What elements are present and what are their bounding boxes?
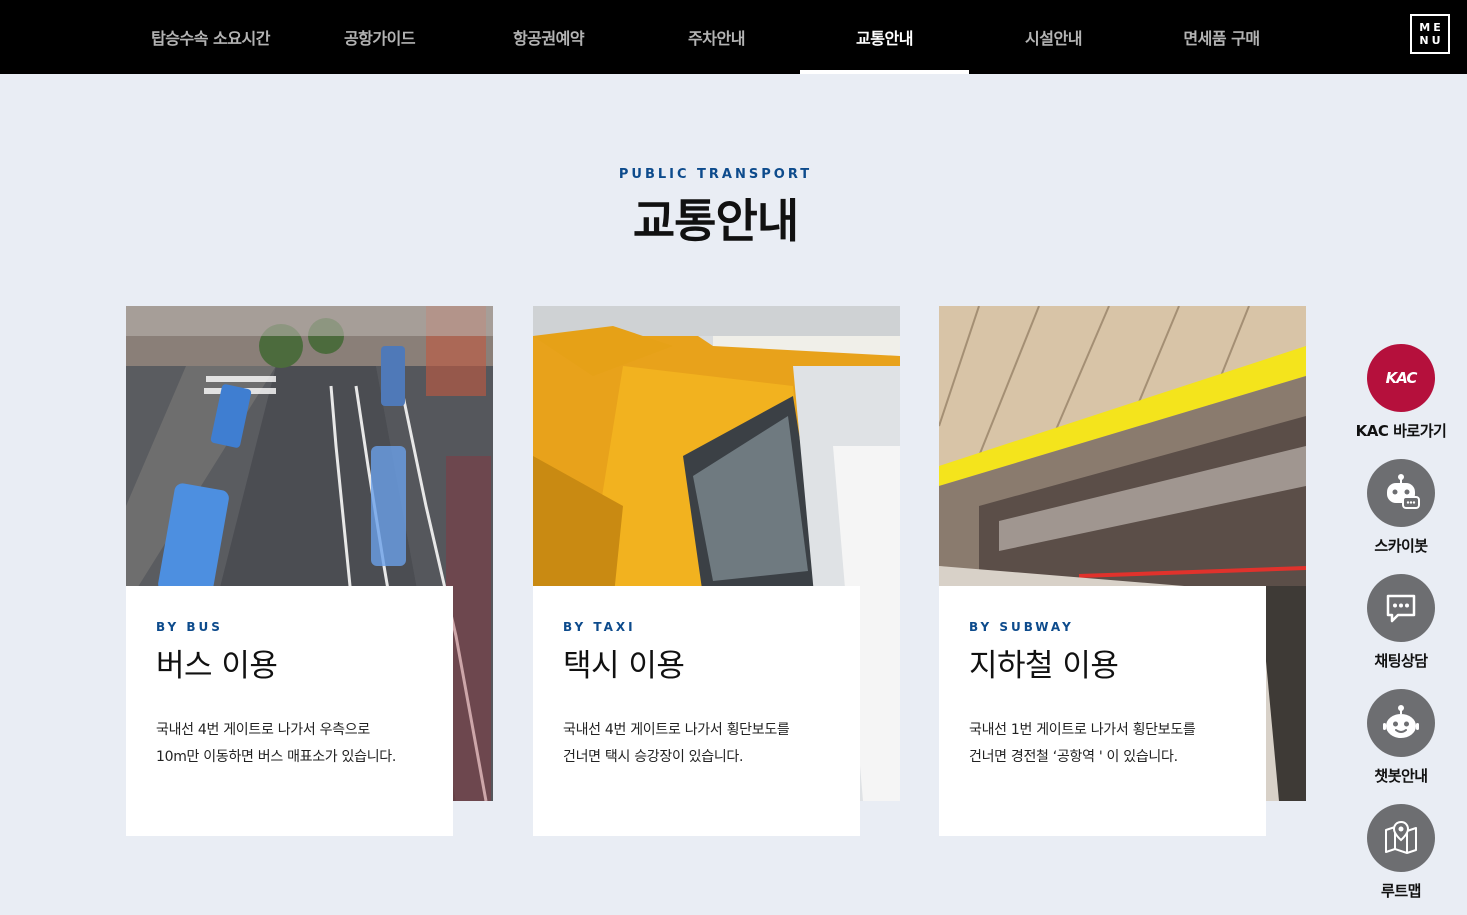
nav-item-facilities[interactable]: 시설안내 [969, 0, 1138, 74]
robot-chat-icon [1367, 459, 1435, 527]
card-subway[interactable]: BY SUBWAY 지하철 이용 국내선 1번 게이트로 나가서 횡단보도를 건… [939, 306, 1306, 836]
quick-chat-consult[interactable]: 채팅상담 [1350, 574, 1452, 671]
menu-button[interactable]: ME NU [1410, 14, 1450, 54]
nav-item-flight-booking[interactable]: 항공권예약 [464, 0, 633, 74]
card-subway-desc-line2: 건너면 경전철 ‘공항역 ' 이 있습니다. [969, 749, 1178, 765]
quick-chatbot-guide-label: 챗봇안내 [1374, 767, 1428, 785]
card-bus[interactable]: BY BUS 버스 이용 국내선 4번 게이트로 나가서 우측으로 10m만 이… [126, 306, 493, 836]
map-pin-icon [1367, 804, 1435, 872]
card-taxi-eyebrow: BY TAXI [563, 620, 636, 634]
quick-skybot-label: 스카이봇 [1374, 537, 1428, 555]
nav-item-checkin-time[interactable]: 탑승수속 소요시간 [126, 0, 295, 74]
menu-label-line2: NU [1419, 34, 1444, 47]
card-bus-panel: BY BUS 버스 이용 국내선 4번 게이트로 나가서 우측으로 10m만 이… [126, 586, 453, 836]
card-taxi[interactable]: BY TAXI 택시 이용 국내선 4번 게이트로 나가서 횡단보도를 건너면 … [533, 306, 900, 836]
kac-logo-icon: KAC [1367, 344, 1435, 412]
card-bus-desc-line1: 국내선 4번 게이트로 나가서 우측으로 [156, 722, 370, 738]
quick-kac-link[interactable]: KAC KAC 바로가기 [1350, 344, 1452, 441]
quick-route-map[interactable]: 루트맵 [1350, 804, 1452, 901]
card-taxi-desc-line2: 건너면 택시 승강장이 있습니다. [563, 749, 744, 765]
quick-chat-consult-label: 채팅상담 [1374, 652, 1428, 670]
quick-chatbot-guide[interactable]: 챗봇안내 [1350, 689, 1452, 786]
nav-item-airport-guide[interactable]: 공항가이드 [295, 0, 464, 74]
nav-item-transport[interactable]: 교통안내 [800, 0, 969, 74]
card-taxi-panel: BY TAXI 택시 이용 국내선 4번 게이트로 나가서 횡단보도를 건너면 … [533, 586, 860, 836]
card-subway-desc-line1: 국내선 1번 게이트로 나가서 횡단보도를 [969, 722, 1196, 738]
card-taxi-title: 택시 이용 [563, 648, 685, 684]
nav-item-parking[interactable]: 주차안내 [632, 0, 801, 74]
card-subway-panel: BY SUBWAY 지하철 이용 국내선 1번 게이트로 나가서 횡단보도를 건… [939, 586, 1266, 836]
menu-label-line1: ME [1419, 21, 1444, 34]
quick-route-map-label: 루트맵 [1381, 882, 1421, 900]
card-taxi-desc: 국내선 4번 게이트로 나가서 횡단보도를 건너면 택시 승강장이 있습니다. [563, 717, 830, 771]
card-taxi-desc-line1: 국내선 4번 게이트로 나가서 횡단보도를 [563, 722, 790, 738]
nav-item-duty-free[interactable]: 면세품 구매 [1137, 0, 1306, 74]
chat-bubble-icon [1367, 574, 1435, 642]
page-title: 교통안내 [632, 194, 799, 248]
card-bus-title: 버스 이용 [156, 648, 278, 684]
section-eyebrow: PUBLIC TRANSPORT [618, 167, 813, 182]
kac-logo-text: KAC [1385, 369, 1418, 387]
card-bus-desc: 국내선 4번 게이트로 나가서 우측으로 10m만 이동하면 버스 매표소가 있… [156, 717, 423, 771]
card-bus-desc-line2: 10m만 이동하면 버스 매표소가 있습니다. [156, 749, 397, 765]
card-subway-desc: 국내선 1번 게이트로 나가서 횡단보도를 건너면 경전철 ‘공항역 ' 이 있… [969, 717, 1236, 771]
card-subway-eyebrow: BY SUBWAY [969, 620, 1074, 634]
quick-kac-label: KAC 바로가기 [1355, 422, 1447, 440]
card-bus-eyebrow: BY BUS [156, 620, 223, 634]
quick-skybot[interactable]: 스카이봇 [1350, 459, 1452, 556]
card-subway-title: 지하철 이용 [969, 648, 1119, 684]
top-navigation: 탑승수속 소요시간 공항가이드 항공권예약 주차안내 교통안내 시설안내 면세품… [0, 0, 1467, 74]
chatbot-face-icon [1367, 689, 1435, 757]
